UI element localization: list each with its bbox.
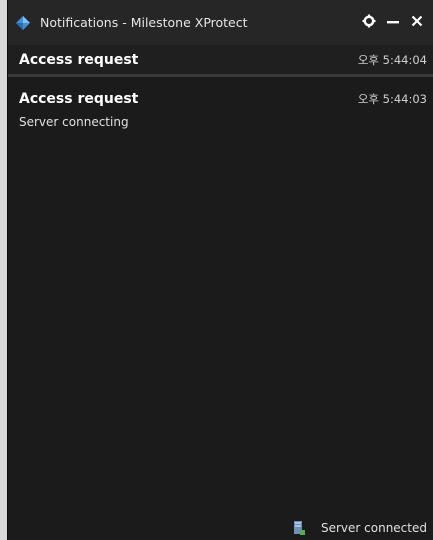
close-button[interactable] xyxy=(407,13,427,33)
status-bar: Server connected xyxy=(8,516,433,540)
notification-title: Access request xyxy=(19,52,139,68)
title-bar[interactable]: Notifications - Milestone XProtect xyxy=(8,0,433,45)
server-icon xyxy=(291,520,307,536)
notification-time: 오후 5:44:03 xyxy=(357,92,427,106)
milestone-diamond-icon xyxy=(14,14,32,32)
status-text: Server connected xyxy=(320,521,427,535)
close-icon xyxy=(411,15,423,30)
gear-icon xyxy=(362,14,376,31)
notification-time: 오후 5:44:04 xyxy=(357,53,427,67)
notification-item[interactable]: Access request 오후 5:44:03 Server connect… xyxy=(8,77,433,129)
minimize-icon xyxy=(386,14,400,31)
window-title: Notifications - Milestone XProtect xyxy=(40,15,248,30)
notification-message: Server connecting xyxy=(19,115,129,129)
minimize-button[interactable] xyxy=(383,13,403,33)
notification-title: Access request xyxy=(19,91,139,107)
notification-item[interactable]: Access request 오후 5:44:04 xyxy=(8,45,433,77)
notifications-window: Notifications - Milestone XProtect Acces… xyxy=(7,0,433,540)
settings-button[interactable] xyxy=(359,13,379,33)
